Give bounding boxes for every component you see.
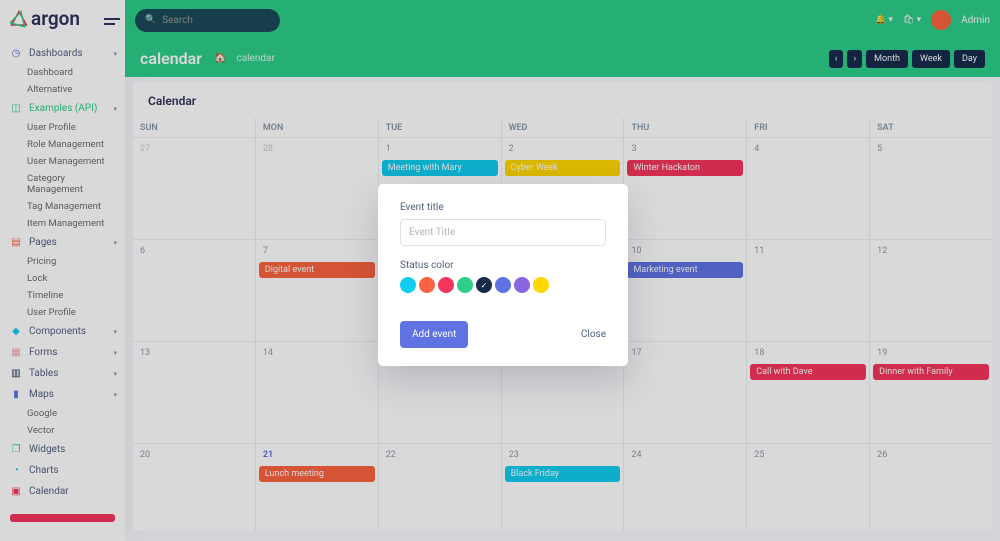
color-swatches: ✓ bbox=[400, 277, 606, 293]
close-button[interactable]: Close bbox=[581, 329, 606, 340]
add-event-button[interactable]: Add event bbox=[400, 321, 468, 348]
color-swatch-primary[interactable] bbox=[495, 277, 511, 293]
color-swatch-info[interactable] bbox=[400, 277, 416, 293]
color-swatch-yellow[interactable] bbox=[533, 277, 549, 293]
color-swatch-danger[interactable] bbox=[438, 277, 454, 293]
color-swatch-purple[interactable] bbox=[514, 277, 530, 293]
status-color-label: Status color bbox=[400, 260, 606, 271]
color-swatch-default[interactable]: ✓ bbox=[476, 277, 492, 293]
event-modal: Event title Status color ✓ Add event Clo… bbox=[378, 184, 628, 366]
color-swatch-warning[interactable] bbox=[419, 277, 435, 293]
event-title-input[interactable] bbox=[400, 219, 606, 246]
event-title-label: Event title bbox=[400, 202, 606, 213]
color-swatch-success[interactable] bbox=[457, 277, 473, 293]
